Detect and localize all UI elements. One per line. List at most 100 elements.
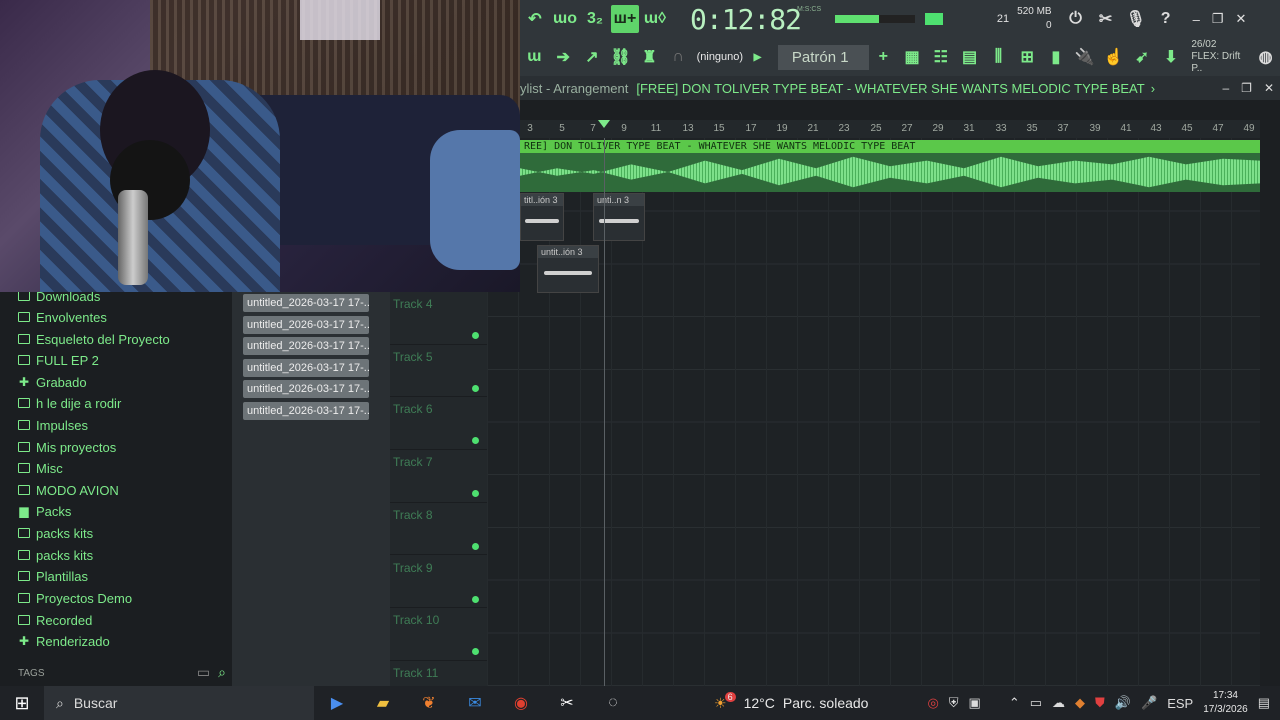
notifications-icon[interactable]: ▤ [1258,695,1270,711]
search-icon[interactable]: ⌕ [218,664,226,681]
browser-item-modo-avion[interactable]: MODO AVION [18,480,119,500]
outlook-icon[interactable]: ✉ [452,686,498,720]
track-header[interactable]: Track 7 [390,450,487,503]
browser-item-esqueleto[interactable]: Esqueleto del Proyecto [18,329,170,349]
clock[interactable]: 17:34 17/3/2026 [1203,689,1248,717]
close-button[interactable]: ✕ [1236,11,1247,27]
browser-item-plantillas[interactable]: Plantillas [18,566,88,586]
defender-icon[interactable]: ⛨ [949,695,959,711]
playlist-close-button[interactable]: ✕ [1264,81,1274,95]
browser-item-renderizado[interactable]: ✚ Renderizado [18,631,110,651]
track-header[interactable]: Track 4 [390,292,487,345]
typing-keyboard-icon[interactable]: ɯo [551,5,579,33]
browser-item-packs-kits[interactable]: packs kits [18,523,93,543]
obs-icon[interactable]: ◌ [590,686,636,720]
pattern-item[interactable]: untitled_2026-03-17 17-.. [243,337,369,355]
stamp-icon[interactable]: ♜ [636,43,663,71]
tags-label[interactable]: TAGS [18,668,44,679]
recorded-clip[interactable]: untit..ión 3 [537,245,599,293]
tools-icon[interactable]: ✂ [1092,5,1120,33]
magnet-icon[interactable]: ∩ [665,43,692,71]
browser-item-mis-proyectos[interactable]: Mis proyectos [18,437,116,457]
language-indicator[interactable]: ESP [1167,696,1193,711]
play-arrow-icon[interactable]: ▶ [744,43,771,71]
add-pattern-icon[interactable]: + [870,43,897,71]
track-mute-icon[interactable] [472,437,479,445]
audio-clip[interactable]: REE] DON TOLIVER TYPE BEAT - WHATEVER SH… [520,140,1260,192]
pattern-selector[interactable]: Patrón 1 [777,44,869,70]
capcut-icon[interactable]: ✂ [544,686,590,720]
chrome-icon[interactable]: ◉ [498,686,544,720]
power-icon[interactable]: ⏻ [1062,5,1090,33]
touch-icon[interactable]: ☝ [1100,43,1127,71]
help-icon[interactable]: ? [1152,5,1180,33]
track-mute-icon[interactable] [472,542,479,550]
preset-selector[interactable]: (ninguno) [697,51,743,63]
track-mute-icon[interactable] [472,648,479,656]
track-mute-icon[interactable] [472,332,479,339]
minimize-button[interactable]: – [1193,12,1200,27]
recorded-clip[interactable]: unti..n 3 [593,193,645,241]
pattern-item[interactable]: untitled_2026-03-17 17-.. [243,380,369,398]
media-app-icon[interactable]: ▶ [314,686,360,720]
browser-item-proyectos-demo[interactable]: Proyectos Demo [18,588,132,608]
track-header[interactable]: Track 5 [390,345,487,398]
browser-icon[interactable]: ⊞ [1014,43,1041,71]
globe-icon[interactable]: ◍ [1252,43,1279,71]
cloud-icon[interactable]: ☁ [1052,695,1065,711]
playlist-minimize-button[interactable]: – [1222,81,1229,95]
browser-item-grabado[interactable]: ✚ Grabado [18,372,87,392]
antivirus-icon[interactable]: ◎ [927,695,938,711]
browser-item-misc[interactable]: Misc [18,458,63,478]
playlist-icon[interactable]: ▦ [899,43,926,71]
loop-record-icon[interactable]: ɯ◊ [641,5,669,33]
pattern-item[interactable]: untitled_2026-03-17 17-.. [243,294,369,312]
taskbar-search[interactable]: ⌕ Buscar [44,686,314,720]
timeline-ruler[interactable]: 3 5 7 9 11 13 15 17 19 21 23 25 27 29 31… [520,120,1260,138]
mixer-icon[interactable]: ⫼ [985,43,1012,71]
browser-item-recorded[interactable]: Recorded [18,610,92,630]
show-hidden-icon[interactable]: ⌃ [1009,695,1020,711]
file-explorer-icon[interactable]: ▰ [360,686,406,720]
volume-icon[interactable]: 🔊 [1115,695,1131,711]
countdown-icon[interactable]: 3₂ [581,5,609,33]
browser-item-packs-kits-2[interactable]: packs kits [18,545,93,565]
mic-icon[interactable]: 🎙 [1122,5,1150,33]
plugin-icon[interactable]: 🔌 [1071,43,1098,71]
weather-widget[interactable]: ☀ 6 12°C Parc. soleado [714,692,868,712]
browser-item-h-le-dije[interactable]: h le dije a rodir [18,393,121,413]
playlist-maximize-button[interactable]: ❐ [1241,81,1252,95]
link-icon[interactable]: ⛓ [607,43,634,71]
snap-icon[interactable]: ɯ [521,43,548,71]
project-icon[interactable]: ▮ [1043,43,1070,71]
remote-icon[interactable]: ➹ [1129,43,1156,71]
track-mute-icon[interactable] [472,490,479,498]
download-icon[interactable]: ⬇ [1158,43,1185,71]
display-icon[interactable]: ▭ [1030,695,1042,711]
pattern-item[interactable]: untitled_2026-03-17 17-.. [243,359,369,377]
pencil-icon[interactable]: ↗ [579,43,606,71]
playlist-grid[interactable]: REE] DON TOLIVER TYPE BEAT - WHATEVER SH… [487,138,1260,686]
playhead-marker[interactable] [598,120,610,128]
recorded-clip[interactable]: titl..ión 3 [520,193,564,241]
browser-item-full-ep-2[interactable]: FULL EP 2 [18,350,99,370]
folder-icon[interactable]: ▭ [197,664,210,681]
start-button[interactable]: ⊞ [0,686,44,720]
browser-item-impulses[interactable]: Impulses [18,415,88,435]
security-icon[interactable]: ⛊ [1095,695,1105,711]
track-header[interactable]: Track 10 [390,608,487,661]
pattern-item[interactable]: untitled_2026-03-17 17-.. [243,316,369,334]
arrow-icon[interactable]: ➔ [550,43,577,71]
browser-item-packs[interactable]: ▆ Packs [18,501,71,521]
pattern-item[interactable]: untitled_2026-03-17 17-.. [243,402,369,420]
app-icon[interactable]: ▣ [969,695,981,711]
step-edit-icon[interactable]: ш+ [611,5,639,33]
browser-item-envolventes[interactable]: Envolventes [18,307,107,327]
fl-studio-icon[interactable]: ❦ [406,686,452,720]
track-header[interactable]: Track 6 [390,397,487,451]
master-volume-meter[interactable] [835,15,916,23]
channel-rack-icon[interactable]: ▤ [956,43,983,71]
track-mute-icon[interactable] [472,384,479,392]
piano-roll-icon[interactable]: ☷ [927,43,954,71]
microphone-icon[interactable]: 🎤 [1141,695,1157,711]
